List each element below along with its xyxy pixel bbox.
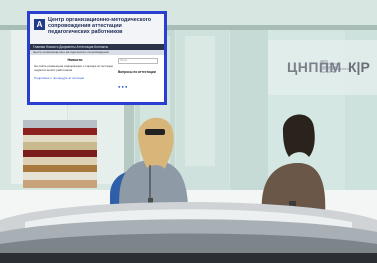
website-title: Центр организационно-методического сопро… [48,17,152,35]
website-sidebar: Поиск Вопросы по аттестации ● ● ● [118,58,162,102]
brand-suffix: К|Р [348,59,370,75]
main-link[interactable]: Подробнее о процедуре аттестации [34,76,116,81]
search-input[interactable]: Поиск [118,58,158,64]
main-text: На сайте размещена информация о порядке … [34,64,113,72]
main-heading: Новости [67,58,83,62]
website-header: A Центр организационно-методического соп… [30,14,164,44]
website-logo: A [34,19,45,30]
books-stack [23,120,97,188]
website-main: Новости На сайте размещена информация о … [34,58,116,100]
video-frame: A Центр организационно-методического соп… [0,0,377,263]
website-subnav: Центр организационно-методического сопро… [30,50,164,55]
website-inset: A Центр организационно-методического соп… [27,11,167,105]
brand-tagline: ЦЕНТР НЕПРЕРЫВНОГО ПОВЫШЕНИЯ ПРОФЕССИОНА… [320,60,349,75]
social-icons[interactable]: ● ● ● [118,84,127,89]
sidebar-label: Вопросы по аттестации [118,70,156,74]
